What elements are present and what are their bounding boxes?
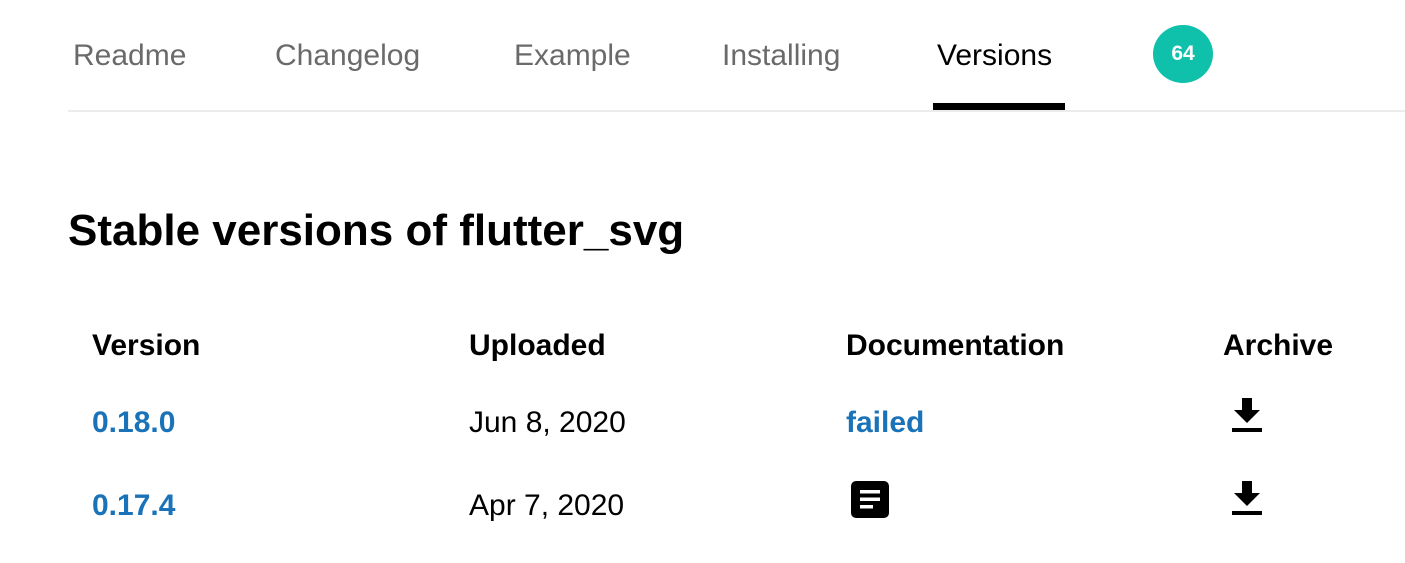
document-icon[interactable] (851, 481, 889, 518)
page-title: Stable versions of flutter_svg (68, 206, 685, 255)
upload-date: Jun 8, 2020 (469, 406, 626, 439)
tab-installing[interactable]: Installing (722, 38, 840, 74)
column-header-documentation: Documentation (846, 329, 1065, 362)
column-header-uploaded: Uploaded (469, 329, 606, 362)
tab-changelog[interactable]: Changelog (275, 38, 420, 74)
score-badge[interactable]: 64 (1153, 25, 1213, 83)
tab-versions[interactable]: Versions (937, 38, 1052, 74)
version-link[interactable]: 0.18.0 (92, 405, 175, 441)
tab-example[interactable]: Example (514, 38, 631, 74)
active-tab-indicator (933, 103, 1065, 110)
documentation-failed-link[interactable]: failed (846, 405, 924, 441)
download-icon[interactable] (1231, 398, 1263, 434)
download-icon[interactable] (1231, 481, 1263, 517)
tab-bar: Readme Changelog Example Installing Vers… (68, 0, 1405, 112)
column-header-version: Version (92, 329, 201, 362)
tab-readme[interactable]: Readme (73, 38, 186, 74)
column-header-archive: Archive (1223, 329, 1334, 362)
upload-date: Apr 7, 2020 (469, 489, 625, 522)
version-link[interactable]: 0.17.4 (92, 488, 175, 524)
